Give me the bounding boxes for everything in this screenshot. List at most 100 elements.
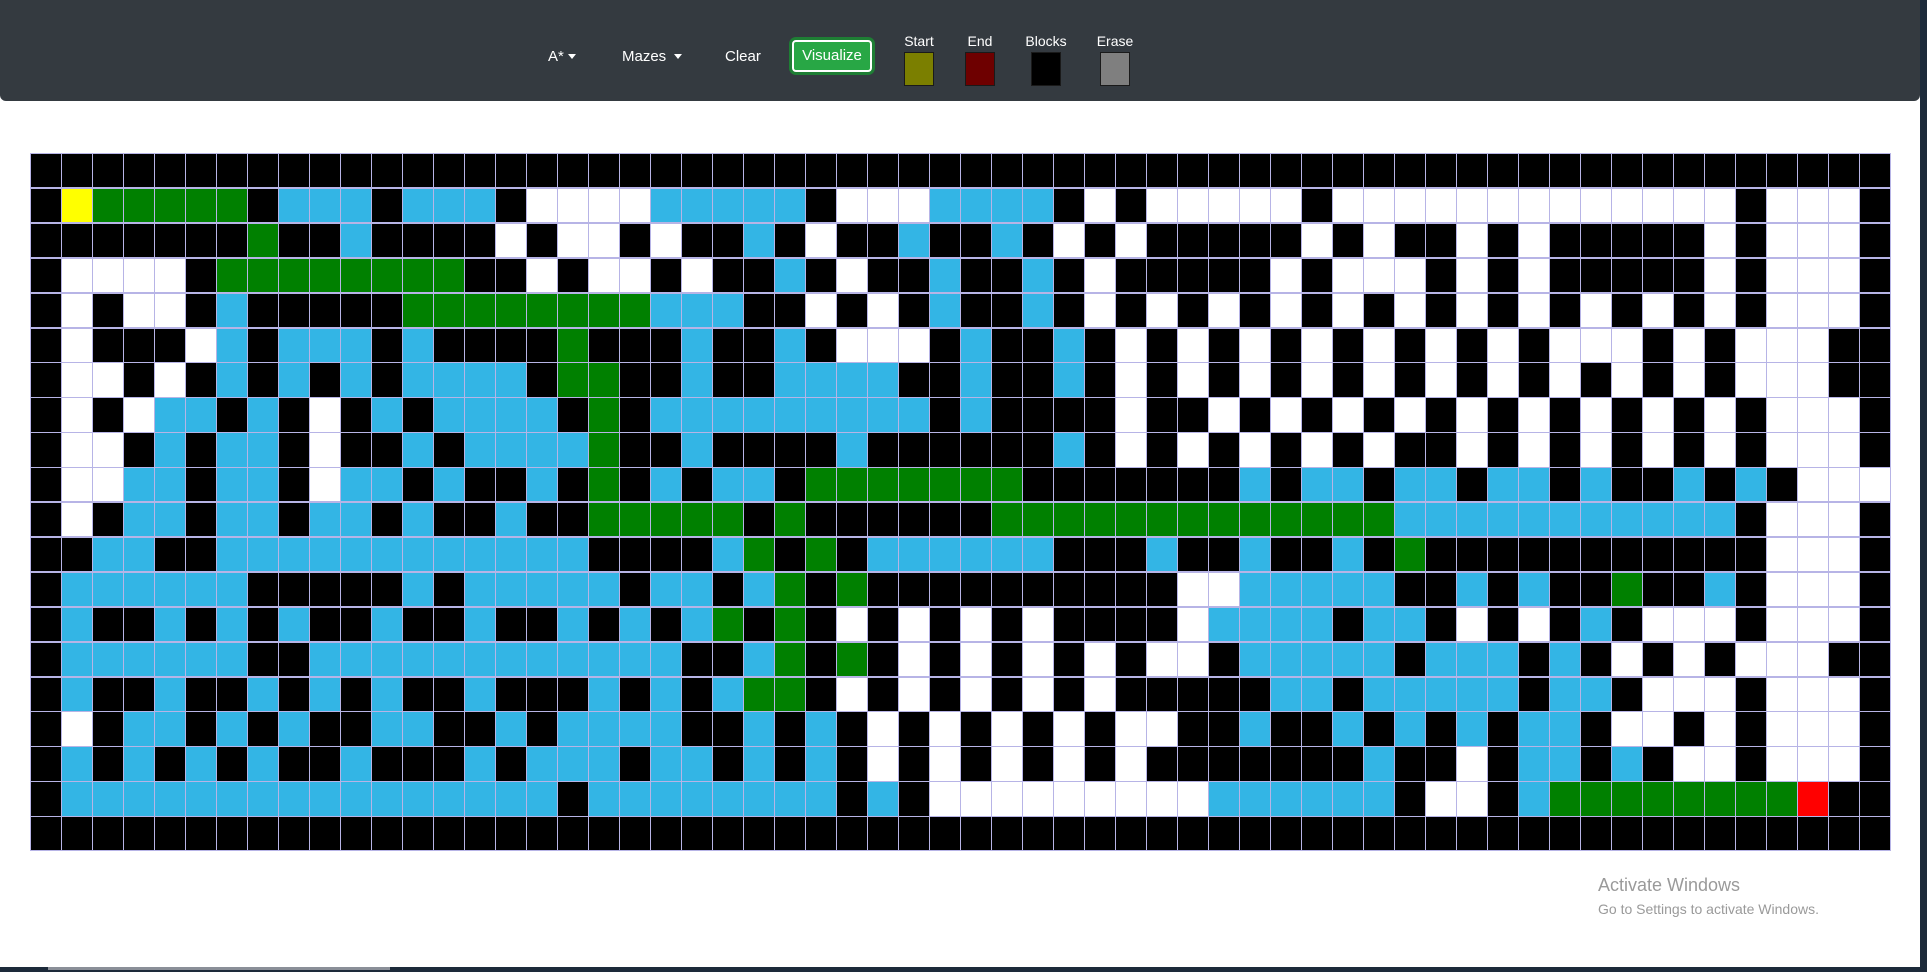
wall-cell[interactable] [774, 467, 806, 503]
visited-cell[interactable] [309, 502, 341, 538]
open-cell[interactable] [92, 467, 124, 503]
wall-cell[interactable] [774, 432, 806, 468]
open-cell[interactable] [1611, 362, 1643, 398]
visited-cell[interactable] [123, 781, 155, 817]
wall-cell[interactable] [1549, 222, 1581, 259]
open-cell[interactable] [1766, 362, 1798, 398]
wall-cell[interactable] [743, 816, 775, 852]
wall-cell[interactable] [185, 536, 217, 573]
open-cell[interactable] [1456, 187, 1488, 224]
open-cell[interactable] [991, 781, 1023, 817]
open-cell[interactable] [1115, 781, 1147, 817]
open-cell[interactable] [1766, 257, 1798, 294]
visited-cell[interactable] [650, 292, 682, 328]
wall-cell[interactable] [30, 641, 62, 677]
open-cell[interactable] [1828, 467, 1860, 503]
visited-cell[interactable] [1487, 641, 1519, 677]
open-cell[interactable] [1828, 222, 1860, 259]
visited-cell[interactable] [402, 502, 434, 538]
wall-cell[interactable] [1580, 222, 1612, 259]
visited-cell[interactable] [371, 467, 403, 503]
open-cell[interactable] [1518, 222, 1550, 259]
wall-cell[interactable] [1673, 397, 1705, 433]
visited-cell[interactable] [495, 502, 527, 538]
wall-cell[interactable] [1487, 606, 1519, 643]
wall-cell[interactable] [216, 816, 248, 852]
wall-cell[interactable] [681, 711, 713, 747]
wall-cell[interactable] [619, 816, 651, 852]
wall-cell[interactable] [1270, 153, 1302, 189]
wall-cell[interactable] [92, 816, 124, 852]
wall-cell[interactable] [1177, 676, 1209, 712]
path-cell[interactable] [464, 292, 496, 328]
visited-cell[interactable] [371, 676, 403, 712]
path-cell[interactable] [495, 292, 527, 328]
wall-cell[interactable] [1549, 571, 1581, 608]
wall-cell[interactable] [712, 641, 744, 677]
wall-cell[interactable] [1487, 536, 1519, 573]
wall-cell[interactable] [867, 222, 899, 259]
path-cell[interactable] [185, 187, 217, 224]
wall-cell[interactable] [1301, 746, 1333, 782]
visited-cell[interactable] [340, 222, 372, 259]
wall-cell[interactable] [712, 432, 744, 468]
wall-cell[interactable] [278, 641, 310, 677]
wall-cell[interactable] [1053, 467, 1085, 503]
wall-cell[interactable] [1611, 397, 1643, 433]
visited-cell[interactable] [836, 397, 868, 433]
visited-cell[interactable] [1270, 571, 1302, 608]
wall-cell[interactable] [743, 257, 775, 294]
visited-cell[interactable] [991, 187, 1023, 224]
wall-cell[interactable] [1518, 362, 1550, 398]
wall-cell[interactable] [340, 606, 372, 643]
wall-cell[interactable] [1239, 397, 1271, 433]
wall-cell[interactable] [929, 816, 961, 852]
visited-cell[interactable] [92, 781, 124, 817]
visited-cell[interactable] [433, 397, 465, 433]
wall-cell[interactable] [898, 781, 930, 817]
wall-cell[interactable] [371, 153, 403, 189]
open-cell[interactable] [1828, 571, 1860, 608]
visited-cell[interactable] [247, 432, 279, 468]
open-cell[interactable] [61, 327, 93, 363]
wall-cell[interactable] [1363, 292, 1395, 328]
wall-cell[interactable] [557, 502, 589, 538]
path-cell[interactable] [588, 467, 620, 503]
visited-cell[interactable] [991, 222, 1023, 259]
visited-cell[interactable] [1301, 641, 1333, 677]
visited-cell[interactable] [1146, 536, 1178, 573]
wall-cell[interactable] [433, 606, 465, 643]
path-cell[interactable] [619, 502, 651, 538]
wall-cell[interactable] [92, 606, 124, 643]
visited-cell[interactable] [650, 187, 682, 224]
wall-cell[interactable] [464, 153, 496, 189]
wall-cell[interactable] [805, 676, 837, 712]
visited-cell[interactable] [495, 641, 527, 677]
open-cell[interactable] [1766, 292, 1798, 328]
visited-cell[interactable] [247, 746, 279, 782]
visited-cell[interactable] [681, 606, 713, 643]
wall-cell[interactable] [1456, 362, 1488, 398]
wall-cell[interactable] [1766, 467, 1798, 503]
wall-cell[interactable] [991, 676, 1023, 712]
visited-cell[interactable] [805, 781, 837, 817]
open-cell[interactable] [1363, 362, 1395, 398]
open-cell[interactable] [1146, 781, 1178, 817]
wall-cell[interactable] [1146, 257, 1178, 294]
open-cell[interactable] [991, 746, 1023, 782]
wall-cell[interactable] [309, 746, 341, 782]
path-cell[interactable] [340, 257, 372, 294]
open-cell[interactable] [836, 676, 868, 712]
visited-cell[interactable] [495, 781, 527, 817]
wall-cell[interactable] [1053, 153, 1085, 189]
wall-cell[interactable] [1208, 257, 1240, 294]
wall-cell[interactable] [805, 502, 837, 538]
open-cell[interactable] [154, 362, 186, 398]
visited-cell[interactable] [743, 746, 775, 782]
wall-cell[interactable] [929, 432, 961, 468]
visited-cell[interactable] [309, 187, 341, 224]
wall-cell[interactable] [1859, 816, 1891, 852]
open-cell[interactable] [1239, 187, 1271, 224]
wall-cell[interactable] [433, 222, 465, 259]
visited-cell[interactable] [340, 467, 372, 503]
